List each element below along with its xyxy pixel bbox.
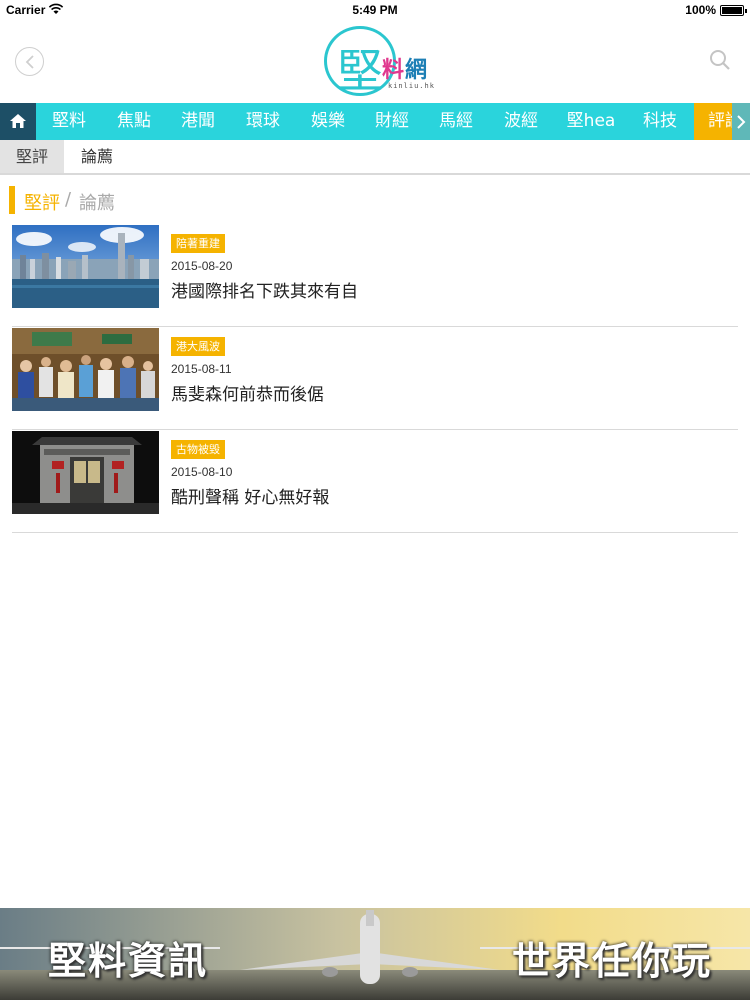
site-logo[interactable]: 堅 料 網 kinliu.hk <box>318 24 438 100</box>
back-button[interactable] <box>15 47 44 76</box>
nav-item-entertainment[interactable]: 娛樂 <box>296 103 360 140</box>
nav-item-local[interactable]: 港聞 <box>166 103 230 140</box>
battery-icon <box>720 5 747 16</box>
app-header: 堅 料 網 kinliu.hk <box>0 20 750 103</box>
battery-percentage: 100% <box>685 3 716 17</box>
section-accent-bar <box>9 186 15 214</box>
article-date: 2015-08-11 <box>171 362 232 376</box>
chevron-left-icon <box>25 55 34 69</box>
article-date: 2015-08-10 <box>171 465 233 479</box>
search-icon[interactable] <box>708 48 732 72</box>
nav-item-tech[interactable]: 科技 <box>628 103 692 140</box>
article-tag[interactable]: 港大風波 <box>171 337 225 356</box>
section-separator: / <box>65 189 72 210</box>
nav-item-focus[interactable]: 焦點 <box>102 103 166 140</box>
chevron-right-icon <box>737 115 746 129</box>
article-thumbnail[interactable] <box>12 225 159 308</box>
nav-item-finance[interactable]: 財經 <box>360 103 424 140</box>
nav-item-kinhea[interactable]: 堅hea <box>554 103 628 140</box>
article-tag[interactable]: 古物被毀 <box>171 440 225 459</box>
banner-left-text: 堅料資訊 <box>48 939 209 983</box>
article-title[interactable]: 港國際排名下跌其來有自 <box>171 277 358 302</box>
status-bar: Carrier 5:49 PM 100% <box>0 0 750 20</box>
article-thumbnail[interactable] <box>12 328 159 411</box>
article-item[interactable]: 港大風波 2015-08-11 馬斐森何前恭而後倨 <box>12 328 738 430</box>
nav-item-kinliu[interactable]: 堅料 <box>36 103 102 140</box>
section-title-secondary: 論薦 <box>79 193 115 214</box>
category-nav: 堅料 焦點 港聞 環球 娛樂 財經 馬經 波經 堅hea 科技 評論 <box>0 103 750 140</box>
home-button[interactable] <box>0 103 36 140</box>
section-title-primary: 堅評 <box>24 193 60 214</box>
nav-item-horse-racing[interactable]: 馬經 <box>424 103 488 140</box>
subtab-kin-ping[interactable]: 堅評 <box>0 140 64 173</box>
article-item[interactable]: 陪著重建 2015-08-20 港國際排名下跌其來有自 <box>12 225 738 327</box>
nav-item-world[interactable]: 環球 <box>230 103 296 140</box>
banner-ad[interactable]: 堅料資訊 世界任你玩 <box>0 908 750 1000</box>
article-date: 2015-08-20 <box>171 259 233 273</box>
nav-item-football[interactable]: 波經 <box>488 103 554 140</box>
logo-url: kinliu.hk <box>388 82 435 90</box>
article-tag[interactable]: 陪著重建 <box>171 234 225 253</box>
logo-small-char-1: 料 <box>382 58 405 83</box>
nav-scroll-right-button[interactable] <box>732 103 750 140</box>
clock: 5:49 PM <box>352 3 398 17</box>
article-item[interactable]: 古物被毀 2015-08-10 酷刑聲稱 好心無好報 <box>12 431 738 533</box>
logo-small-char-2: 網 <box>405 58 428 83</box>
sub-tabs: 堅評 論薦 <box>0 140 750 175</box>
banner-right-text: 世界任你玩 <box>512 939 713 983</box>
article-title[interactable]: 酷刑聲稱 好心無好報 <box>171 483 329 508</box>
article-title[interactable]: 馬斐森何前恭而後倨 <box>171 380 324 405</box>
article-thumbnail[interactable] <box>12 431 159 514</box>
home-icon <box>10 114 26 128</box>
subtab-lun-jin[interactable]: 論薦 <box>64 140 130 173</box>
